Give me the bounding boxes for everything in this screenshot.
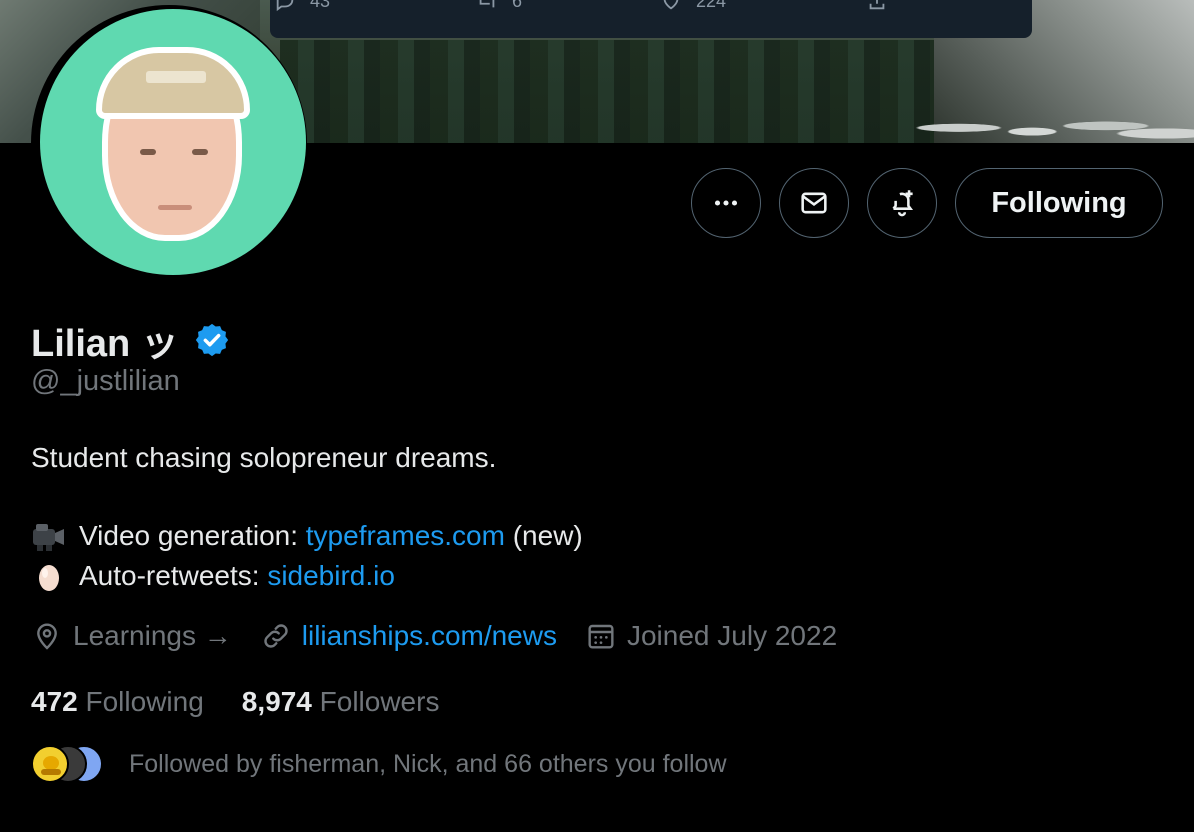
avatar-eye-right xyxy=(192,149,208,155)
following-label: Following xyxy=(85,686,204,717)
tweet-action-bar: 43 6 224 xyxy=(270,0,1032,38)
retweet-count: 6 xyxy=(512,0,523,11)
reply-metric[interactable]: 43 xyxy=(274,0,330,12)
followers-count-link[interactable]: 8,974 Followers xyxy=(242,686,440,718)
location-pin-icon xyxy=(37,623,57,650)
profile-handle: @_justlilian xyxy=(31,365,180,397)
envelope-icon xyxy=(801,192,827,214)
share-icon xyxy=(869,0,885,10)
profile-name-row: Lilian ッ xyxy=(31,312,231,367)
bio-line-video: Video generation: typeframes.com (new) xyxy=(31,518,583,554)
website-item: lilianships.com/news xyxy=(260,620,557,652)
banner-forest xyxy=(280,40,980,143)
bio-line-autoretweet: Auto-retweets: sidebird.io xyxy=(31,558,395,594)
calendar-icon xyxy=(588,624,614,649)
following-count-link[interactable]: 472 Following xyxy=(31,686,204,718)
followed-by-avatars xyxy=(31,744,103,784)
bio-video-suffix: (new) xyxy=(504,520,583,551)
followed-by-row[interactable]: Followed by fisherman, Nick, and 66 othe… xyxy=(31,744,727,784)
bio-autoretweet-prefix: Auto-retweets: xyxy=(79,560,268,591)
bio-video-prefix: Video generation: xyxy=(79,520,306,551)
bio-text: Student chasing solopreneur dreams. xyxy=(31,442,497,473)
ellipsis-icon xyxy=(714,200,738,206)
video-camera-icon xyxy=(31,518,67,554)
share-metric[interactable] xyxy=(866,0,888,12)
verified-badge-icon[interactable] xyxy=(193,321,231,359)
followed-by-text: Followed by fisherman, Nick, and 66 othe… xyxy=(129,749,727,778)
reply-icon xyxy=(276,0,294,12)
avatar[interactable] xyxy=(40,9,306,275)
avatar-cap xyxy=(96,47,250,119)
following-button[interactable]: Following xyxy=(955,168,1163,238)
joined-text: Joined July 2022 xyxy=(626,620,838,651)
location-item: Learnings → xyxy=(31,620,232,652)
sidebird-link[interactable]: sidebird.io xyxy=(267,560,395,592)
reply-count: 43 xyxy=(310,0,331,11)
avatar-eye-left xyxy=(140,149,156,155)
more-button[interactable] xyxy=(691,168,761,238)
like-metric[interactable]: 224 xyxy=(660,0,726,12)
profile-meta-row: Learnings → lilianships.com/news Joined … xyxy=(31,620,865,652)
retweet-metric[interactable]: 6 xyxy=(476,0,522,12)
avatar-cap-strap xyxy=(146,71,206,83)
followers-count: 8,974 xyxy=(241,686,312,717)
typeframes-link[interactable]: typeframes.com xyxy=(306,520,505,552)
follow-counts: 472 Following 8,974 Followers xyxy=(31,686,439,718)
heart-icon xyxy=(663,0,679,10)
joined-item: Joined July 2022 xyxy=(585,620,837,652)
following-count: 472 xyxy=(31,686,78,717)
followers-label: Followers xyxy=(319,686,440,717)
location-text: Learnings → xyxy=(73,620,232,651)
bell-plus-icon xyxy=(892,190,914,217)
website-link[interactable]: lilianships.com/news xyxy=(302,620,557,652)
like-count: 224 xyxy=(696,0,727,11)
message-button[interactable] xyxy=(779,168,849,238)
notify-button[interactable] xyxy=(867,168,937,238)
follower-avatar-1 xyxy=(31,745,69,783)
link-icon xyxy=(264,624,288,648)
avatar-mouth xyxy=(158,205,192,210)
display-name: Lilian ッ xyxy=(31,323,179,365)
egg-icon xyxy=(31,558,67,594)
retweet-icon xyxy=(479,0,495,8)
banner-rocks xyxy=(900,105,1194,143)
